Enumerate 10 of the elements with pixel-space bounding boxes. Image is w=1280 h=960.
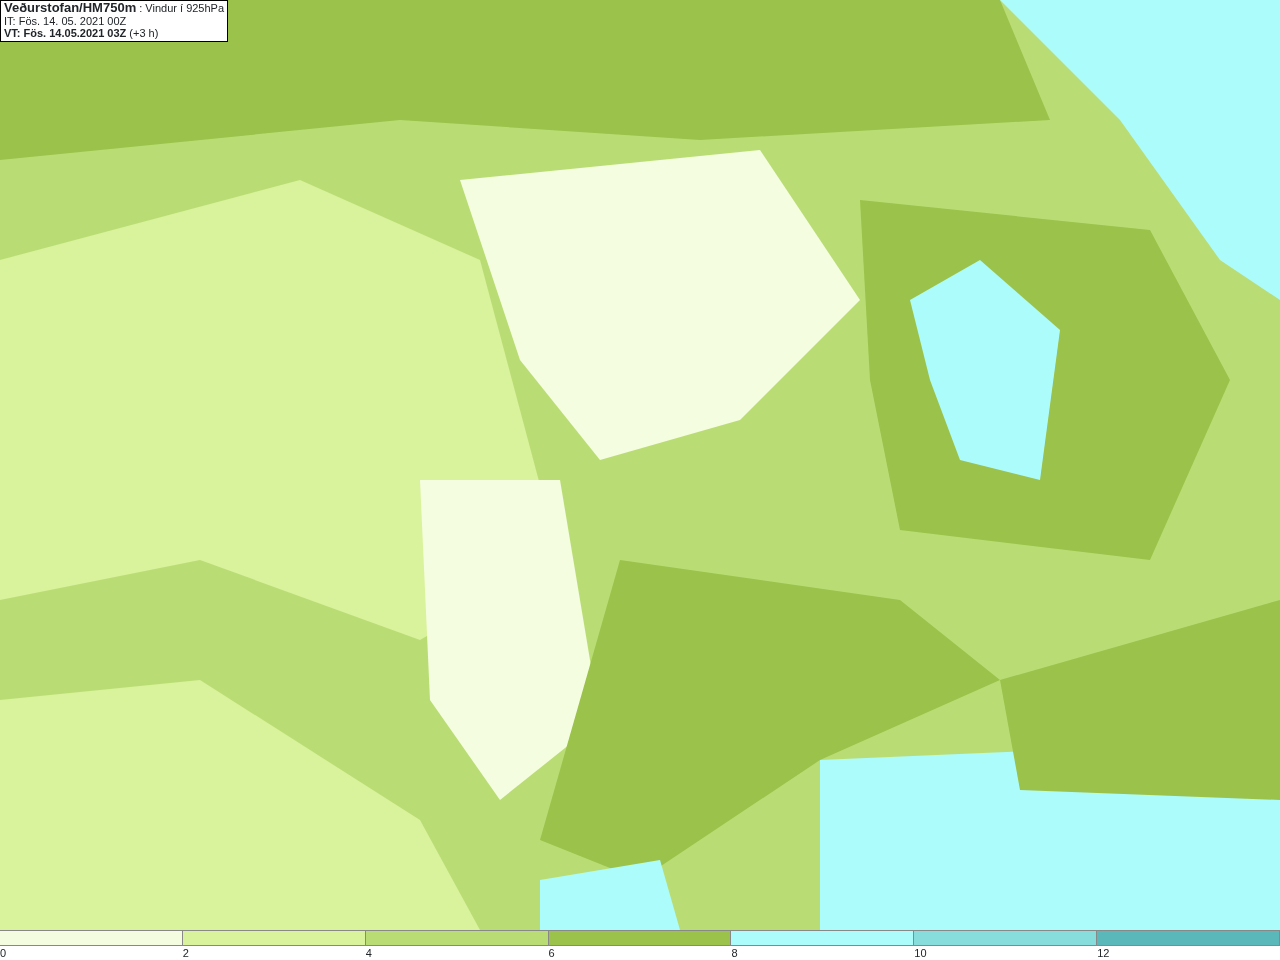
legend-label: 8 [731,947,738,959]
legend-label: 4 [365,947,372,959]
info-text: Veðurstofan/HM750m : Vindur í 925hPa [4,2,225,15]
legend-label: 6 [548,947,555,959]
legend-label: 0 [0,947,7,959]
legend-label: 10 [914,947,927,959]
info-text: IT: Fös. 14. 05. 2021 00Z [4,14,128,27]
info-text: VT: Fös. 14.05.2021 03Z (+3 h) [4,27,160,40]
legend-label: 2 [182,947,189,959]
legend-label: 12 [1097,947,1110,959]
